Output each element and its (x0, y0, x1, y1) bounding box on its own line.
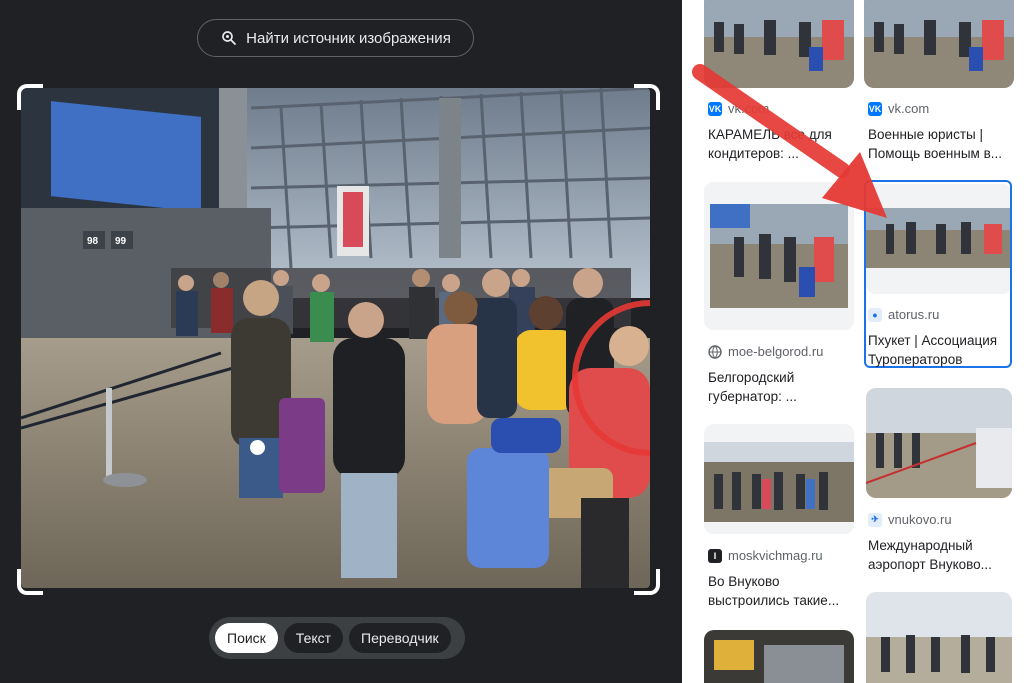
tab-translate[interactable]: Переводчик (349, 623, 451, 653)
tab-search[interactable]: Поиск (215, 623, 278, 653)
crop-handle-bottom-left[interactable] (17, 569, 43, 595)
crop-handle-top-right[interactable] (634, 84, 660, 110)
crop-handle-bottom-right[interactable] (634, 569, 660, 595)
tab-text[interactable]: Текст (283, 623, 344, 653)
lens-search-icon (222, 31, 237, 45)
results-panel: VK vk.com КАРАМЕЛЬ все для кондитеров: .… (682, 0, 1024, 683)
gate-98-label: 98 (87, 236, 99, 247)
object-select-dot[interactable] (250, 440, 265, 455)
find-image-source-button[interactable]: Найти источник изображения (197, 19, 474, 57)
airport-photo-art: 98 99 (21, 88, 650, 588)
lens-image-panel: Найти источник изображения 98 99 Поиск Т… (0, 0, 682, 683)
annotation-arrow (692, 64, 887, 218)
mode-tabs: Поиск Текст Переводчик (209, 617, 465, 659)
gate-99-label: 99 (115, 236, 127, 247)
crop-handle-top-left[interactable] (17, 84, 43, 110)
find-image-source-label: Найти источник изображения (246, 29, 451, 47)
airport-photo[interactable]: 98 99 (21, 88, 650, 588)
